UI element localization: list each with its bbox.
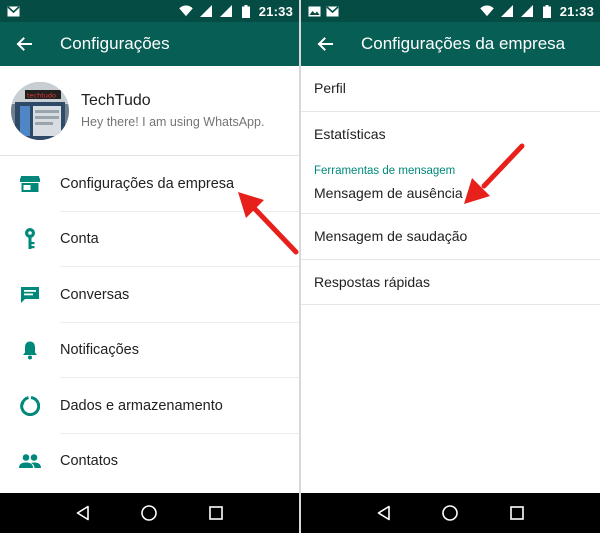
business-settings-list: Perfil Estatísticas Ferramentas de mensa… [301, 66, 600, 493]
nav-back-button[interactable] [68, 498, 98, 528]
business-item-quick-replies[interactable]: Respostas rápidas [301, 260, 600, 305]
business-item-statistics[interactable]: Estatísticas [301, 112, 600, 158]
page-title: Configurações da empresa [361, 34, 566, 53]
navigation-bar [0, 493, 299, 533]
settings-item-account[interactable]: Conta [0, 212, 299, 267]
profile-status: Hey there! I am using WhatsApp. [81, 115, 265, 129]
avatar: techtudo [11, 81, 69, 140]
settings-item-contacts[interactable]: Contatos [0, 434, 299, 490]
nav-home-button[interactable] [134, 498, 164, 528]
back-button[interactable] [303, 22, 347, 66]
app-bar: Configurações [0, 22, 299, 66]
signal-icon [500, 5, 514, 18]
svg-text:techtudo: techtudo [27, 91, 56, 99]
settings-item-label: Conversas [60, 286, 130, 303]
back-button[interactable] [2, 22, 46, 66]
settings-item-label: Configurações da empresa [60, 175, 235, 192]
key-icon [0, 228, 60, 250]
settings-list: techtudo TechTudo Hey there! I am using … [0, 66, 299, 493]
page-title: Configurações [60, 34, 170, 53]
settings-item-chats[interactable]: Conversas [0, 267, 299, 323]
settings-item-label: Conta [60, 231, 99, 248]
wifi-icon [480, 5, 494, 18]
store-icon [0, 175, 60, 193]
contacts-icon [0, 453, 60, 469]
business-item-away-message[interactable]: Mensagem de ausência [301, 179, 600, 214]
wifi-icon [179, 5, 193, 18]
status-bar: 21:33 [301, 0, 600, 22]
app-bar: Configurações da empresa [301, 22, 600, 66]
chat-icon [0, 286, 60, 304]
settings-item-business[interactable]: Configurações da empresa [0, 156, 299, 212]
settings-screen: 21:33 Configurações techtudo TechTudo He… [0, 0, 299, 533]
business-item-greeting-message[interactable]: Mensagem de saudação [301, 214, 600, 260]
business-settings-screen: 21:33 Configurações da empresa Perfil Es… [301, 0, 600, 533]
status-time: 21:33 [559, 3, 594, 19]
arrow-back-icon [16, 37, 32, 51]
gmail-icon [325, 5, 339, 18]
data-usage-icon [0, 395, 60, 416]
signal-icon [219, 5, 233, 18]
nav-home-button[interactable] [435, 498, 465, 528]
signal-icon [199, 5, 213, 18]
nav-recents-button[interactable] [201, 498, 231, 528]
settings-item-data-storage[interactable]: Dados e armazenamento [0, 378, 299, 434]
settings-item-notifications[interactable]: Notificações [0, 323, 299, 378]
bell-icon [0, 340, 60, 360]
settings-item-label: Contatos [60, 453, 119, 470]
navigation-bar [301, 493, 600, 533]
section-header-messaging-tools: Ferramentas de mensagem [314, 165, 456, 177]
settings-item-label: Dados e armazenamento [60, 397, 223, 414]
profile-row[interactable]: techtudo TechTudo Hey there! I am using … [0, 66, 299, 156]
nav-home-icon [141, 505, 158, 521]
nav-back-icon [377, 505, 390, 521]
profile-name: TechTudo [81, 92, 151, 109]
image-icon [307, 5, 321, 18]
status-time: 21:33 [258, 3, 293, 19]
arrow-back-icon [317, 37, 333, 51]
nav-recents-icon [510, 506, 524, 520]
nav-recents-icon [209, 506, 223, 520]
status-bar: 21:33 [0, 0, 299, 22]
business-item-profile[interactable]: Perfil [301, 66, 600, 112]
gmail-icon [6, 5, 20, 18]
battery-icon [540, 4, 554, 18]
nav-recents-button[interactable] [502, 498, 532, 528]
nav-back-icon [76, 505, 89, 521]
battery-icon [239, 4, 253, 18]
nav-back-button[interactable] [369, 498, 399, 528]
nav-home-icon [442, 505, 459, 521]
signal-icon [520, 5, 534, 18]
settings-item-label: Notificações [60, 342, 139, 359]
